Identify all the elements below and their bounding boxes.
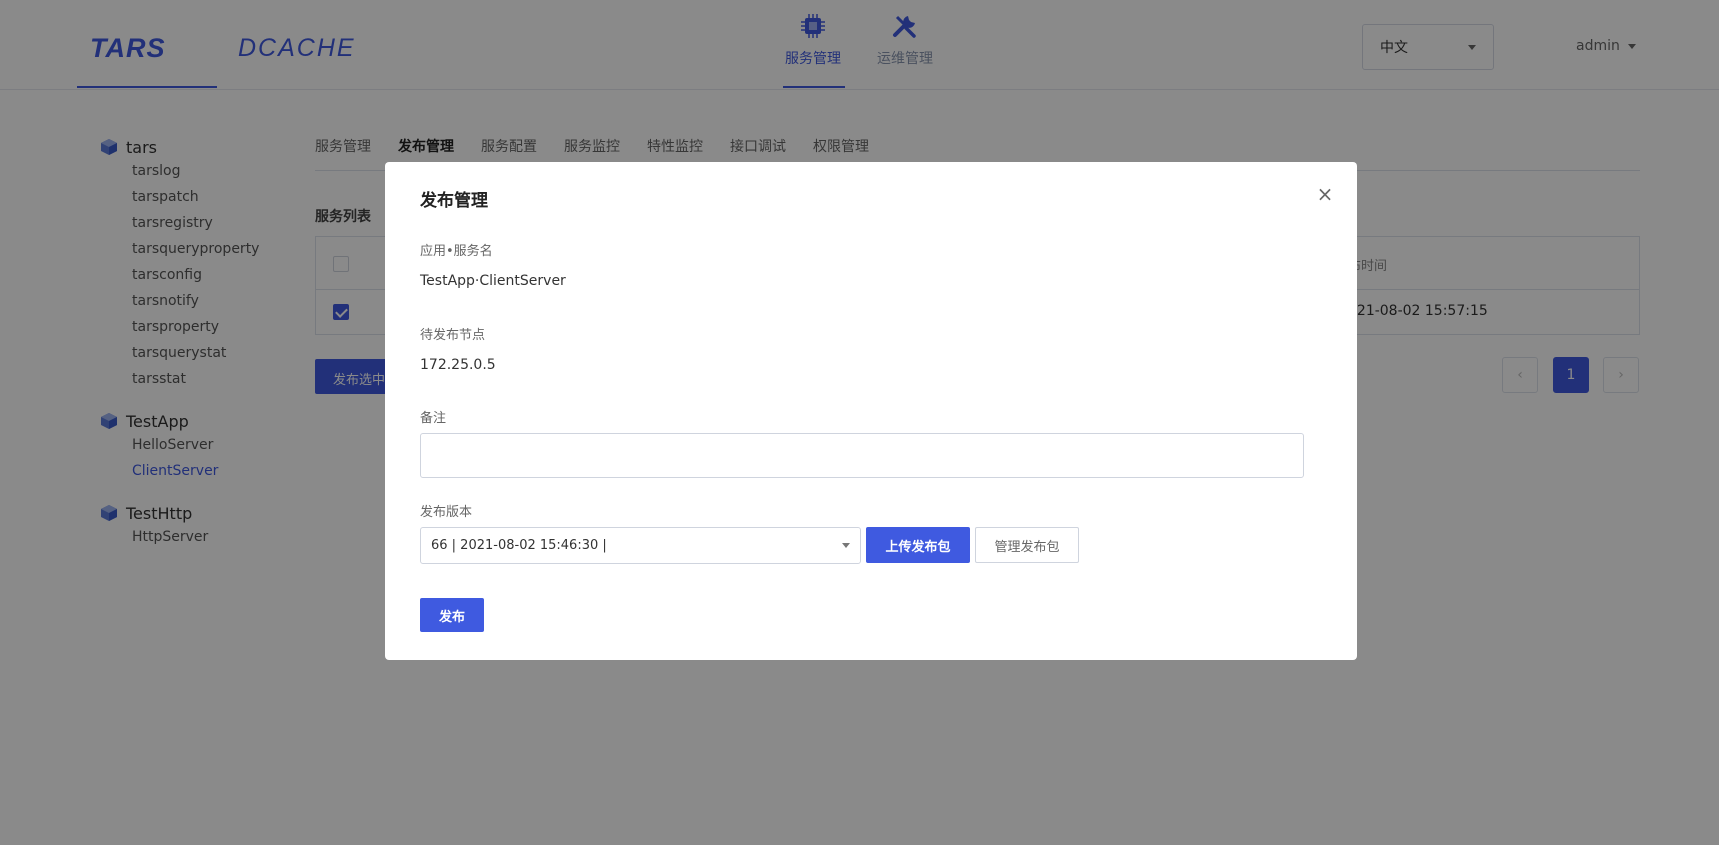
upload-package-button[interactable]: 上传发布包 xyxy=(866,527,970,563)
nodes-label: 待发布节点 xyxy=(420,328,486,343)
nodes-value: 172.25.0.5 xyxy=(420,357,496,373)
publish-button[interactable]: 发布 xyxy=(420,598,484,632)
dialog-title: 发布管理 xyxy=(420,191,488,211)
close-icon[interactable]: × xyxy=(1315,184,1335,204)
manage-packages-button[interactable]: 管理发布包 xyxy=(975,527,1079,563)
version-value: 66 | 2021-08-02 15:46:30 | xyxy=(431,538,607,553)
remark-label: 备注 xyxy=(420,411,447,426)
app-server-value: TestApp·ClientServer xyxy=(420,273,566,289)
chevron-down-icon xyxy=(842,543,850,548)
version-label: 发布版本 xyxy=(420,505,473,520)
remark-input[interactable] xyxy=(420,433,1304,478)
version-select[interactable]: 66 | 2021-08-02 15:46:30 | xyxy=(420,527,861,564)
publish-dialog: 发布管理 × 应用•服务名 TestApp·ClientServer 待发布节点… xyxy=(385,162,1357,660)
app-server-label: 应用•服务名 xyxy=(420,244,493,259)
